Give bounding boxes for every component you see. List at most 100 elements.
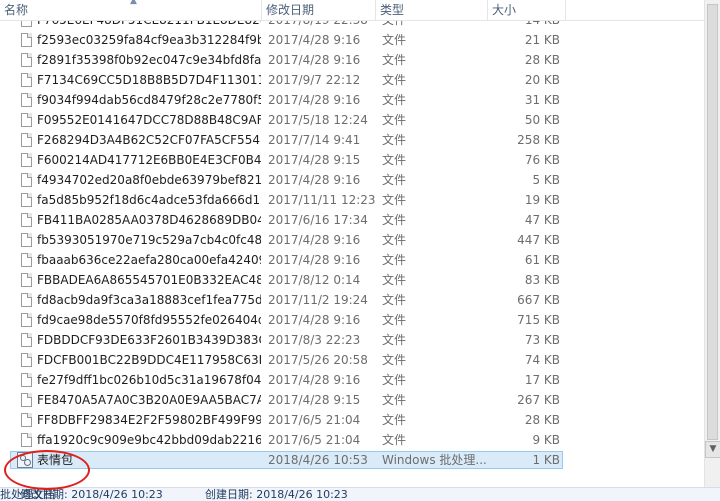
file-type: 文件 — [382, 73, 407, 87]
selected-file-name: 表情包 — [37, 453, 74, 467]
file-name: fd9cae98de5570f8fd95552fe026404d — [37, 313, 261, 327]
scroll-down-arrow-icon[interactable]: ▼ — [705, 441, 720, 458]
file-icon — [21, 393, 32, 407]
sort-up-icon: ▲ — [130, 0, 137, 6]
file-modified-date: 2017/4/28 9:15 — [268, 393, 361, 407]
file-name: f2593ec03259fa84cf9ea3b312284f9b — [37, 33, 261, 47]
file-icon — [21, 413, 32, 427]
file-row[interactable]: f2891f35398f0b92ec047c9e34bfd8fa 2017/4/2… — [0, 50, 704, 70]
file-type: 文件 — [382, 253, 407, 267]
file-row[interactable]: f4934702ed20a8f0ebde63979bef821b 2017/4/2… — [0, 170, 704, 190]
file-size: 9 KB — [532, 433, 560, 447]
file-icon — [21, 353, 32, 367]
file-icon — [21, 233, 32, 247]
file-name: F09552E0141647DCC78D88B48C9AF0... — [37, 113, 261, 127]
file-icon — [21, 33, 32, 47]
file-size: 21 KB — [524, 33, 560, 47]
file-row[interactable]: fa5d85b952f18d6c4adce53fda666d19 2017/11/… — [0, 190, 704, 210]
column-name-header[interactable]: 名称 ▲ — [0, 0, 262, 20]
file-icon — [21, 253, 32, 267]
file-icon — [21, 313, 32, 327]
status-modified-date: 修改日期: 2018/4/26 10:23 — [20, 488, 163, 501]
file-name: f2891f35398f0b92ec047c9e34bfd8fa — [37, 53, 261, 67]
status-bar: 批处理文档 修改日期: 2018/4/26 10:23 创建日期: 2018/4… — [0, 487, 720, 501]
file-row[interactable]: FF8DBFF29834E2F2F59802BF499F9922 2017/6/5… — [0, 410, 704, 430]
file-row[interactable]: fd8acb9da9f3ca3a18883cef1fea775d 2017/11/… — [0, 290, 704, 310]
file-modified-date: 2017/4/28 9:16 — [268, 33, 361, 47]
file-icon — [21, 433, 32, 447]
selected-file-row[interactable]: 表情包 2018/4/26 10:53 Windows 批处理... 1 KB — [0, 450, 704, 470]
file-row[interactable]: FE8470A5A7A0C3B20A0E9AA5BAC7A... 2017/4/2… — [0, 390, 704, 410]
file-size: 447 KB — [517, 233, 560, 247]
file-row[interactable]: ffa1920c9c909e9bc42bbd09dab22164 2017/6/5… — [0, 430, 704, 450]
file-type: 文件 — [382, 433, 407, 447]
vertical-scrollbar[interactable]: ▼ — [704, 0, 720, 487]
file-row[interactable]: F268294D3A4B62C52CF07FA5CF554D... 2017/7/… — [0, 130, 704, 150]
file-row[interactable]: fd9cae98de5570f8fd95552fe026404d 2017/4/2… — [0, 310, 704, 330]
file-row[interactable]: fbaaab636ce22aefa280ca00efa42409 2017/4/2… — [0, 250, 704, 270]
file-modified-date: 2017/4/28 9:16 — [268, 313, 361, 327]
file-row[interactable]: f2593ec03259fa84cf9ea3b312284f9b 2017/4/2… — [0, 30, 704, 50]
file-size: 50 KB — [524, 113, 560, 127]
file-row[interactable]: FBBADEA6A865545701E0B332EAC48... 2017/8/1… — [0, 270, 704, 290]
file-icon — [21, 293, 32, 307]
status-created-date: 创建日期: 2018/4/26 10:23 — [205, 488, 348, 501]
file-name: FB411BA0285AA0378D4628689DB04... — [37, 213, 261, 227]
file-type: 文件 — [382, 193, 407, 207]
scrollbar-thumb[interactable] — [707, 4, 718, 440]
file-modified-date: 2017/4/28 9:16 — [268, 373, 361, 387]
column-size-header[interactable]: 大小 — [488, 0, 566, 20]
file-icon — [21, 173, 32, 187]
file-size: 667 KB — [517, 293, 560, 307]
file-size: 31 KB — [524, 93, 560, 107]
file-modified-date: 2017/11/11 12:23 — [268, 193, 376, 207]
file-modified-date: 2017/5/26 20:58 — [268, 353, 368, 367]
file-size: 19 KB — [524, 193, 560, 207]
file-name: FF8DBFF29834E2F2F59802BF499F9922 — [37, 413, 261, 427]
file-type: 文件 — [382, 33, 407, 47]
file-type: 文件 — [382, 293, 407, 307]
column-date-header[interactable]: 修改日期 — [262, 0, 376, 20]
file-size: 74 KB — [524, 353, 560, 367]
file-modified-date: 2017/8/3 22:23 — [268, 333, 361, 347]
file-type: 文件 — [382, 373, 407, 387]
file-modified-date: 2017/4/28 9:16 — [268, 253, 361, 267]
column-type-header[interactable]: 类型 — [376, 0, 488, 20]
file-row[interactable]: fb5393051970e719c529a7cb4c0fc48b 2017/4/2… — [0, 230, 704, 250]
file-type: 文件 — [382, 93, 407, 107]
file-modified-date: 2017/4/28 9:16 — [268, 53, 361, 67]
file-type: 文件 — [382, 393, 407, 407]
file-row[interactable]: F600214AD417712E6BB0E4E3CF0B44... 2017/4/… — [0, 150, 704, 170]
file-row[interactable]: f9034f994dab56cd8479f28c2e7780f5 2017/4/2… — [0, 90, 704, 110]
file-name: fbaaab636ce22aefa280ca00efa42409 — [37, 253, 261, 267]
file-name: ffa1920c9c909e9bc42bbd09dab22164 — [37, 433, 261, 447]
file-modified-date: 2017/4/28 9:16 — [268, 173, 361, 187]
file-row[interactable]: FDBDDCF93DE633F2601B3439D383C... 2017/8/3… — [0, 330, 704, 350]
file-icon — [21, 333, 32, 347]
file-icon — [21, 213, 32, 227]
file-icon — [21, 113, 32, 127]
file-modified-date: 2017/5/18 12:24 — [268, 113, 368, 127]
file-name: f9034f994dab56cd8479f28c2e7780f5 — [37, 93, 261, 107]
file-icon — [21, 373, 32, 387]
file-row[interactable]: F09552E0141647DCC78D88B48C9AF0... 2017/5/… — [0, 110, 704, 130]
file-name: F600214AD417712E6BB0E4E3CF0B44... — [37, 153, 261, 167]
file-row[interactable]: fe27f9dff1bc026b10d5c31a19678f04 2017/4/2… — [0, 370, 704, 390]
file-type: 文件 — [382, 313, 407, 327]
file-modified-date: 2017/6/5 21:04 — [268, 433, 361, 447]
file-name: F7134C69CC5D18B8B5D7D4F113011... — [37, 73, 261, 87]
file-row[interactable]: FDCFB001BC22B9DDC4E117958C63B... 2017/5/2… — [0, 350, 704, 370]
file-row[interactable]: FB411BA0285AA0378D4628689DB04... 2017/6/1… — [0, 210, 704, 230]
file-size: 715 KB — [517, 313, 560, 327]
file-list[interactable]: 名称 ▲ 修改日期 类型 大小 F765E6EF48DF51CE8211FB1E… — [0, 0, 704, 487]
file-type: 文件 — [382, 133, 407, 147]
file-type: 文件 — [382, 173, 407, 187]
file-icon — [21, 73, 32, 87]
file-modified-date: 2017/4/28 9:16 — [268, 93, 361, 107]
file-size: 83 KB — [524, 273, 560, 287]
file-row[interactable]: F7134C69CC5D18B8B5D7D4F113011... 2017/9/7… — [0, 70, 704, 90]
file-modified-date: 2017/7/14 9:41 — [268, 133, 361, 147]
column-type-label: 类型 — [380, 3, 405, 17]
file-name: fd8acb9da9f3ca3a18883cef1fea775d — [37, 293, 261, 307]
file-modified-date: 2017/6/16 17:34 — [268, 213, 368, 227]
